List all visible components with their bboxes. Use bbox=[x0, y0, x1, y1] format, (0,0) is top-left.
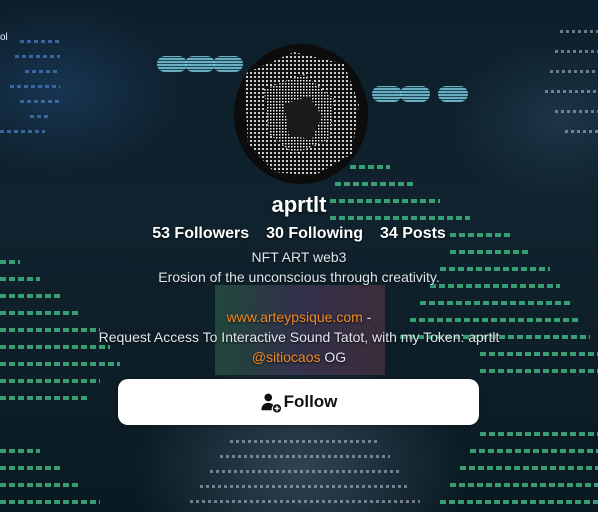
corner-text: ol bbox=[0, 32, 8, 43]
username: aprtlt bbox=[271, 192, 327, 217]
user-plus-icon bbox=[260, 393, 281, 413]
follow-button-label: Follow bbox=[283, 392, 338, 411]
bio-line-1: NFT ART web3 bbox=[251, 249, 347, 265]
follow-button[interactable]: Follow bbox=[118, 379, 479, 425]
posts-count[interactable]: 34 Posts bbox=[380, 225, 446, 243]
bio-line-2: Erosion of the unconscious through creat… bbox=[158, 269, 440, 285]
mention-suffix: OG bbox=[320, 349, 347, 365]
website-link[interactable]: www.arteypsique.com bbox=[227, 309, 363, 325]
bio-mention-line: @sitiocaos OG bbox=[0, 349, 598, 365]
website-suffix: - bbox=[362, 309, 372, 325]
bio-website-line: www.arteypsique.com - bbox=[0, 309, 598, 325]
avatar[interactable] bbox=[234, 44, 368, 184]
bio-line-4: Request Access To Interactive Sound Tato… bbox=[98, 329, 500, 345]
avatar-image bbox=[234, 44, 368, 184]
followers-count[interactable]: 53 Followers bbox=[152, 225, 249, 243]
mention-link[interactable]: @sitiocaos bbox=[252, 349, 321, 365]
profile-stats: 53 Followers 30 Following 34 Posts bbox=[0, 225, 598, 243]
following-count[interactable]: 30 Following bbox=[266, 225, 363, 243]
